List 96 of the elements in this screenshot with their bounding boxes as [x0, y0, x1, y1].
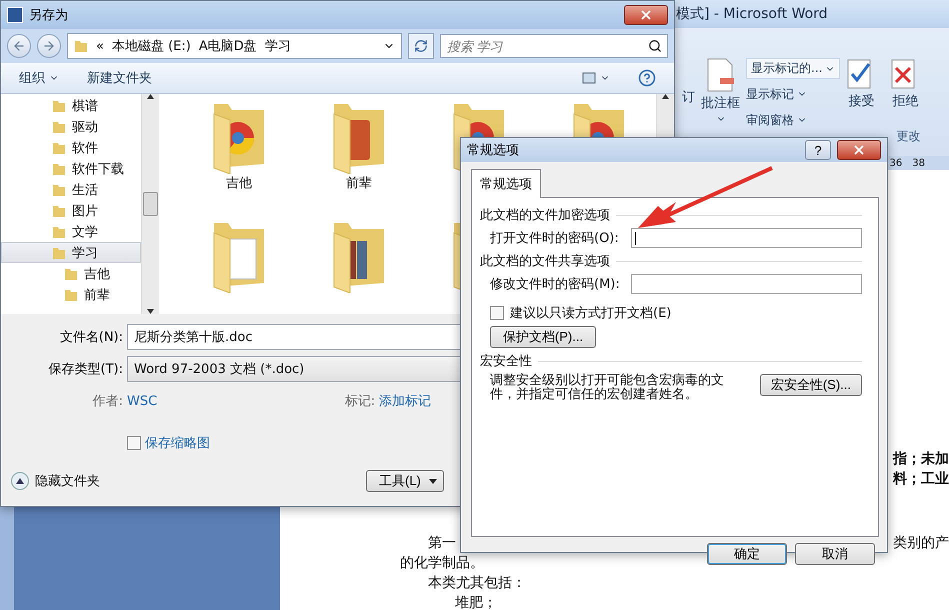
password-field[interactable] — [631, 228, 862, 248]
close-icon — [639, 8, 653, 22]
arrow-right-icon — [42, 39, 56, 53]
field-label: 作者: — [92, 393, 124, 410]
ruler-number: 36 — [890, 158, 902, 168]
group-label: 更改 — [896, 128, 920, 145]
checkbox[interactable] — [490, 306, 504, 320]
new-folder-button[interactable]: 新建文件夹 — [87, 69, 152, 87]
document-text: 类别的产 — [893, 534, 949, 552]
field-label: 文件名(N): — [58, 329, 124, 346]
nav-item[interactable]: 吉他 — [1, 263, 141, 284]
scroll-down-icon[interactable] — [147, 309, 154, 314]
nav-item[interactable]: 棋谱 — [1, 95, 141, 116]
tab[interactable]: 常规选项 — [471, 169, 541, 198]
scroll-thumb[interactable] — [143, 192, 158, 216]
section-heading: 此文档的文件共享选项 — [480, 253, 610, 270]
document-text: 第一 — [428, 534, 456, 552]
dialog-button[interactable]: 取消 — [795, 543, 875, 565]
dialog-button[interactable]: 确定 — [707, 543, 787, 565]
protect-document-button[interactable]: 保护文档(P)... — [490, 326, 596, 348]
help-button[interactable]: ? — [805, 140, 831, 160]
show-markup-button[interactable]: 显示标记 — [746, 83, 807, 105]
back-button[interactable] — [7, 34, 31, 58]
field-label: 标记: — [344, 393, 376, 410]
search-field[interactable]: 搜索 学习 — [440, 34, 668, 58]
view-button[interactable] — [582, 72, 610, 84]
folder-icon — [52, 98, 66, 112]
ribbon-label[interactable]: 订 — [682, 88, 695, 106]
section-heading: 此文档的文件加密选项 — [480, 207, 610, 224]
folder-icon — [64, 266, 78, 280]
scrollbar[interactable] — [141, 94, 159, 314]
organize-button[interactable]: 组织 — [19, 69, 59, 87]
document-text: 料；工业 — [893, 470, 949, 488]
breadcrumb-item[interactable]: 学习 — [264, 37, 291, 55]
folder-icon — [52, 204, 66, 218]
folder-icon — [52, 182, 66, 196]
nav-item[interactable]: 驱动 — [1, 116, 141, 137]
search-icon — [648, 39, 662, 53]
folder-icon — [52, 224, 66, 238]
folder-icon — [64, 288, 78, 302]
view-icon — [582, 72, 596, 84]
close-button[interactable] — [624, 5, 668, 25]
add-tag-link[interactable]: 添加标记 — [379, 392, 432, 410]
address-bar[interactable]: « 本地磁盘 (E:) A电脑D盘 学习 — [67, 33, 402, 59]
nav-item[interactable]: 生活 — [1, 179, 141, 200]
help-icon — [638, 69, 656, 87]
nav-item[interactable]: 前辈 — [1, 284, 141, 305]
password-field[interactable] — [631, 274, 862, 294]
nav-item[interactable]: 文学 — [1, 221, 141, 242]
document-text: 的化学制品。 — [400, 554, 484, 572]
document-text: 本类尤其包括： — [428, 574, 526, 592]
folder-name: 吉他 — [226, 175, 252, 192]
nav-item[interactable]: 学习 — [1, 242, 141, 263]
macro-security-button[interactable]: 宏安全性(S)... — [760, 374, 862, 396]
field-label: 打开文件时的密码(O): — [490, 230, 620, 247]
document-text: 堆肥； — [455, 594, 497, 610]
reject-button[interactable]: 拒绝 — [890, 58, 920, 110]
checkbox[interactable] — [127, 436, 141, 450]
nav-item[interactable]: 软件 — [1, 137, 141, 158]
folder-icon — [52, 162, 66, 176]
author-link[interactable]: WSC — [127, 394, 158, 408]
section-heading: 宏安全性 — [480, 353, 532, 370]
window-title: 常规选项 — [467, 142, 519, 159]
hide-folders-button[interactable]: 隐藏文件夹 — [35, 472, 100, 490]
refresh-icon — [414, 39, 428, 53]
window-title: 模式] - Microsoft Word — [676, 5, 828, 23]
field-label: 保存类型(T): — [48, 361, 124, 378]
checkbox-label[interactable]: 保存缩略图 — [145, 434, 210, 452]
window-title: 另存为 — [29, 7, 68, 24]
close-icon — [852, 143, 866, 157]
folder-name: 前辈 — [346, 175, 372, 192]
close-button[interactable] — [837, 140, 881, 160]
refresh-button[interactable] — [408, 33, 434, 59]
ruler-number: 38 — [912, 158, 925, 168]
breadcrumb-item[interactable]: 本地磁盘 (E:) — [112, 37, 191, 55]
document-text: 指；未加 — [893, 450, 949, 468]
nav-item[interactable]: 图片 — [1, 200, 141, 221]
folder-icon — [74, 39, 88, 53]
comment-box-button[interactable]: 批注框 — [701, 58, 740, 124]
field-label: 修改文件时的密码(M): — [490, 276, 621, 293]
checkbox-label[interactable]: 建议以只读方式打开文档(E) — [510, 304, 672, 322]
word-icon — [7, 7, 23, 23]
forward-button[interactable] — [37, 34, 61, 58]
collapse-icon[interactable] — [11, 472, 29, 490]
accept-button[interactable]: 接受 — [846, 58, 876, 110]
markup-dropdown[interactable]: 显示标记的... — [746, 58, 840, 79]
help-button[interactable] — [638, 69, 656, 87]
breadcrumb-item[interactable]: A电脑D盘 — [198, 37, 257, 55]
document-icon — [706, 58, 736, 92]
tools-button[interactable]: 工具(L) — [366, 470, 444, 492]
folder-icon — [52, 120, 66, 134]
caret-icon — [429, 478, 437, 484]
breadcrumb-item[interactable]: « — [96, 38, 104, 54]
review-pane-button[interactable]: 审阅窗格 — [746, 109, 807, 131]
folder-icon — [52, 246, 66, 260]
nav-item[interactable]: 软件下载 — [1, 158, 141, 179]
